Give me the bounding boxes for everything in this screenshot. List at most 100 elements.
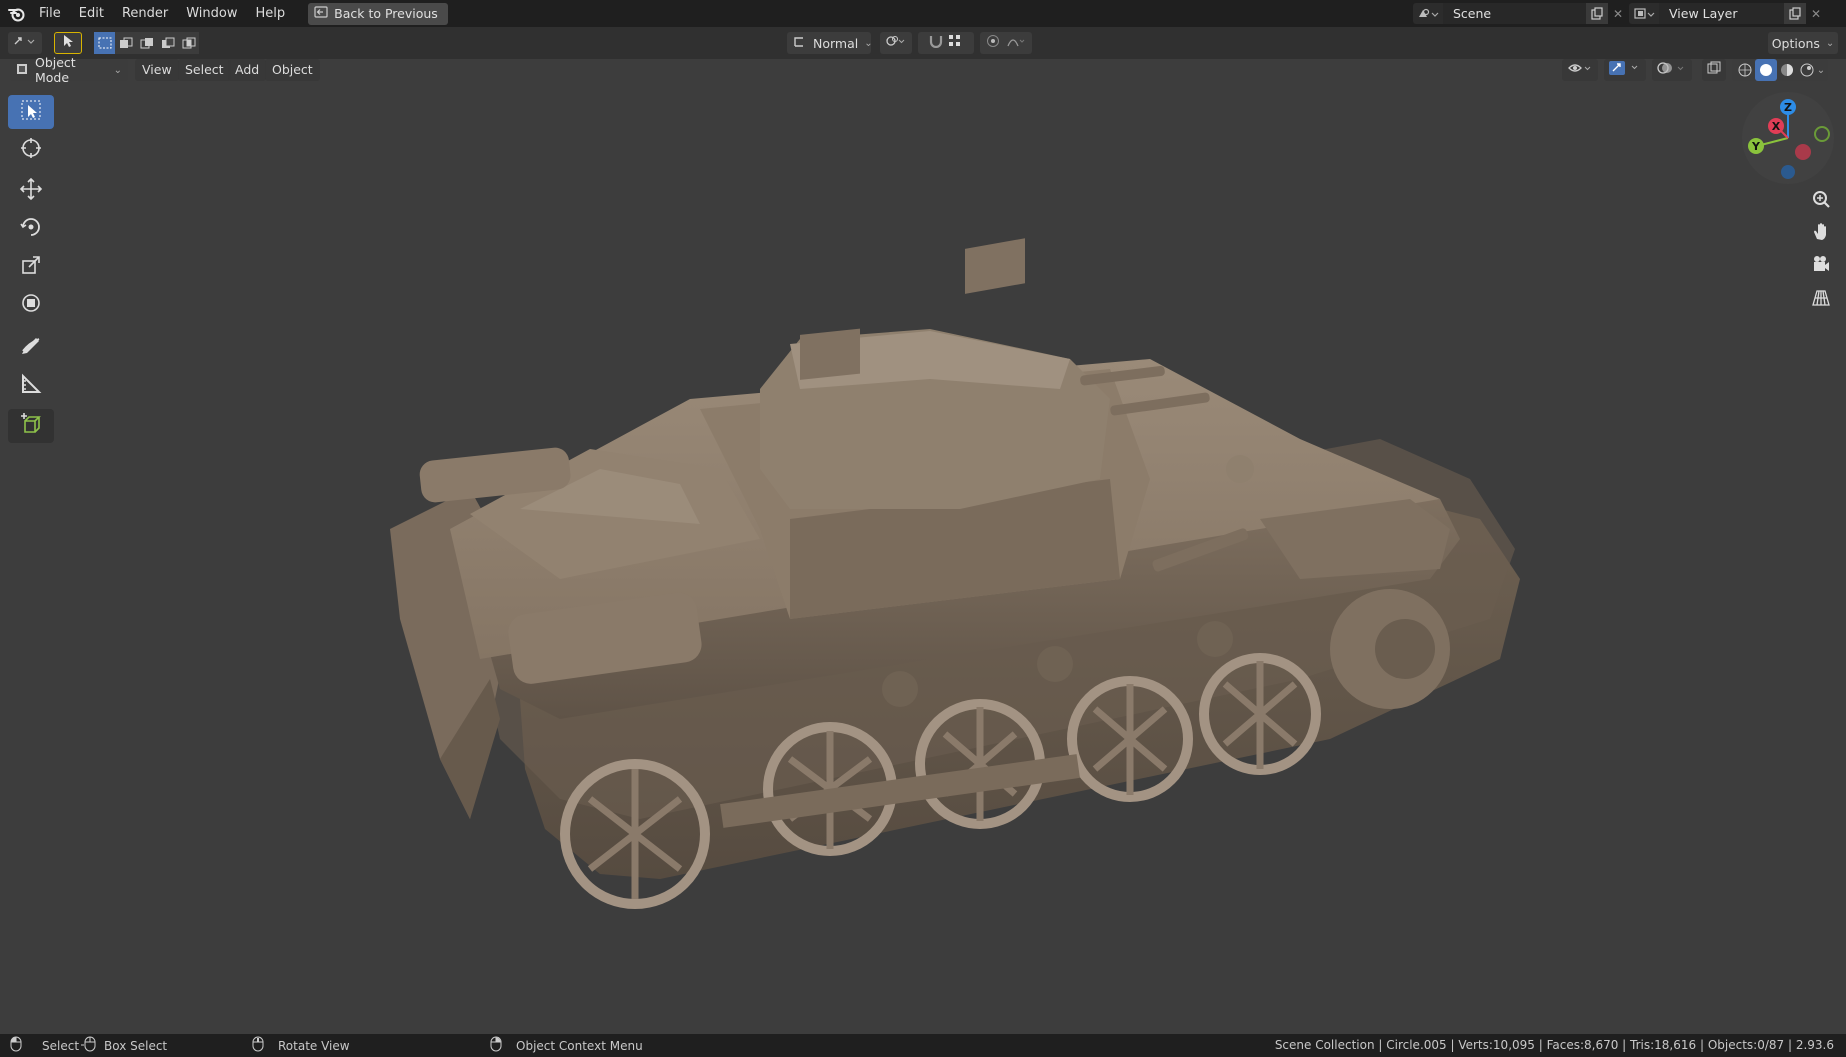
selection-mode-group (94, 32, 199, 54)
view-layer-icon[interactable] (1629, 3, 1659, 24)
scene-selector[interactable]: Scene ✕ (1413, 3, 1628, 24)
select-cursor-icon (62, 34, 74, 52)
pan-view-button[interactable] (1806, 218, 1836, 248)
new-scene-icon[interactable] (1586, 3, 1608, 24)
view-layer-selector[interactable]: View Layer ✕ (1629, 3, 1826, 24)
mouse-drag-icon (80, 1036, 98, 1055)
gizmo-y-label: Y (1751, 140, 1761, 153)
viewport-header: Normal ⌄ Options ⌄ (0, 27, 1846, 59)
eye-icon (1567, 61, 1593, 79)
visibility-dropdown[interactable] (1562, 59, 1598, 81)
menu-edit[interactable]: Edit (70, 3, 113, 25)
measure-tool[interactable] (8, 369, 54, 403)
pivot-point-button[interactable] (880, 32, 912, 54)
back-arrow-icon (314, 6, 328, 21)
move-icon (19, 177, 43, 205)
status-context-menu-label: Object Context Menu (516, 1038, 643, 1053)
proportional-editing-group[interactable] (980, 32, 1032, 54)
3d-viewport[interactable] (0, 59, 1846, 1034)
select-box-tool[interactable] (8, 95, 54, 129)
scene-icon[interactable] (1413, 3, 1443, 24)
perspective-toggle-button[interactable] (1806, 285, 1836, 315)
status-rotate-label: Rotate View (278, 1038, 350, 1053)
xray-icon (1706, 60, 1722, 80)
mode-intersect-icon[interactable] (178, 32, 199, 54)
view-layer-name-field[interactable]: View Layer (1659, 3, 1784, 24)
navigation-gizmo[interactable]: Z Y X (1738, 88, 1838, 188)
viewport-menu-view[interactable]: View (135, 59, 179, 81)
xray-toggle[interactable] (1702, 59, 1726, 81)
back-to-previous-label: Back to Previous (334, 6, 438, 21)
gizmo-x-label: X (1772, 120, 1781, 133)
overlays-toggle[interactable] (1652, 59, 1692, 81)
scene-name-field[interactable]: Scene (1443, 3, 1586, 24)
scene-statistics: Scene Collection | Circle.005 | Verts:10… (1274, 1038, 1834, 1052)
cursor-tool[interactable] (8, 133, 54, 167)
chevron-down-icon: ⌄ (864, 37, 873, 49)
shading-options-chevron-icon[interactable]: ⌄ (1817, 65, 1825, 76)
status-bar: Select Box Select Rotate View Object Con… (0, 1034, 1846, 1057)
annotate-tool[interactable] (8, 330, 54, 364)
status-select-hint: Select (10, 1034, 79, 1057)
overlays-icon (1656, 60, 1688, 80)
zoom-view-button[interactable] (1806, 186, 1836, 216)
scale-tool[interactable] (8, 250, 54, 284)
viewport-menu-row: Object Mode ⌄ View Select Add Object ⌄ (0, 55, 1846, 85)
new-view-layer-icon[interactable] (1784, 3, 1806, 24)
viewport-menu-add[interactable]: Add (228, 59, 267, 81)
menu-render[interactable]: Render (113, 3, 177, 25)
magnet-icon (928, 34, 944, 52)
active-tool-button[interactable] (54, 32, 82, 54)
move-tool[interactable] (8, 174, 54, 208)
mouse-middle-icon (252, 1036, 264, 1055)
camera-view-button[interactable] (1806, 251, 1836, 281)
camera-icon (1811, 254, 1831, 278)
object-mode-dropdown[interactable]: Object Mode ⌄ (10, 55, 128, 85)
mode-set-icon[interactable] (94, 32, 115, 54)
back-to-previous-button[interactable]: Back to Previous (308, 2, 448, 25)
delete-scene-icon[interactable]: ✕ (1608, 3, 1628, 24)
blender-logo-icon[interactable] (4, 0, 30, 27)
gizmo-icon (1608, 60, 1642, 80)
transform-tool[interactable] (8, 288, 54, 322)
material-shading-icon[interactable] (1777, 63, 1797, 77)
menu-file[interactable]: File (30, 3, 70, 25)
measure-ruler-icon (19, 372, 43, 400)
solid-shading-icon[interactable] (1754, 59, 1777, 81)
cursor-icon (19, 136, 43, 164)
mode-invert-icon[interactable] (157, 32, 178, 54)
select-box-icon (19, 98, 43, 126)
mode-subtract-icon[interactable] (136, 32, 157, 54)
chevron-down-icon: ⌄ (113, 64, 122, 76)
menu-window[interactable]: Window (177, 3, 246, 25)
snap-group[interactable] (918, 32, 974, 54)
options-dropdown[interactable]: Options ⌄ (1768, 32, 1838, 54)
rotate-tool[interactable] (8, 212, 54, 246)
status-select-label: Select (42, 1038, 80, 1053)
editor-type-button[interactable] (8, 32, 42, 54)
orientation-label: Normal (813, 35, 859, 51)
zoom-magnifier-icon (1811, 189, 1831, 213)
viewport-menu-select[interactable]: Select (178, 59, 231, 81)
snap-increment-icon (948, 34, 964, 52)
mode-extend-icon[interactable] (115, 32, 136, 54)
menu-help[interactable]: Help (247, 3, 295, 25)
gizmo-z-negative (1781, 165, 1795, 179)
tank-model (390, 238, 1520, 909)
wireframe-shading-icon[interactable] (1735, 63, 1755, 77)
viewport-menu-object[interactable]: Object (265, 59, 320, 81)
transform-orientation-dropdown[interactable]: Normal ⌄ (787, 32, 873, 54)
add-cube-tool[interactable] (8, 409, 54, 443)
delete-view-layer-icon[interactable]: ✕ (1806, 3, 1826, 24)
gizmo-toggle[interactable] (1604, 59, 1646, 81)
rotate-icon (19, 215, 43, 243)
scale-icon (19, 253, 43, 281)
annotate-pencil-icon (19, 333, 43, 361)
status-rotate-hint: Rotate View (252, 1034, 350, 1057)
gizmo-z-label: Z (1784, 101, 1792, 114)
rendered-shading-icon[interactable] (1797, 63, 1817, 77)
top-menu-bar: File Edit Render Window Help Back to Pre… (0, 0, 1846, 27)
add-cube-icon (19, 412, 43, 440)
mouse-left-icon (10, 1036, 22, 1055)
pivot-icon (885, 34, 907, 52)
